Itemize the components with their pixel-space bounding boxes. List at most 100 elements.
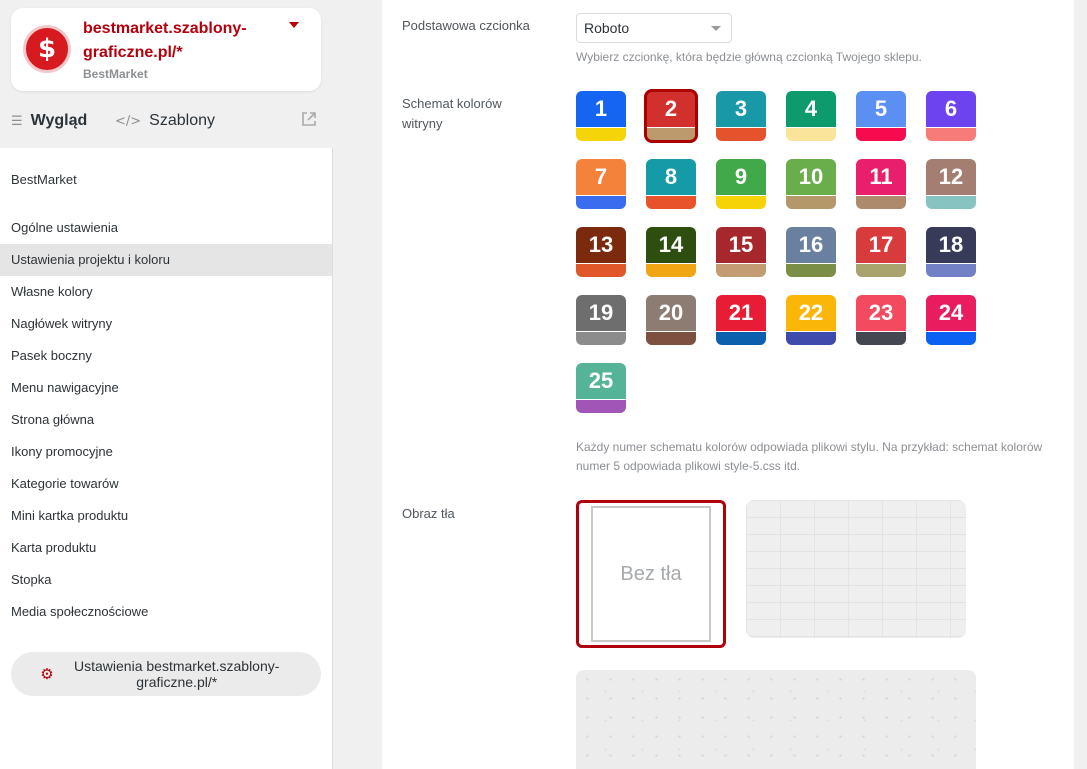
external-link-icon[interactable] bbox=[301, 111, 317, 127]
swatch-accent bbox=[786, 331, 836, 345]
nav-item[interactable]: Ogólne ustawienia bbox=[0, 212, 332, 244]
swatch-accent bbox=[786, 195, 836, 209]
nav-item[interactable]: Pasek boczny bbox=[0, 340, 332, 372]
color-scheme-swatch[interactable]: 11 bbox=[856, 159, 906, 209]
swatch-number: 2 bbox=[646, 91, 696, 127]
nav-item[interactable]: Nagłówek witryny bbox=[0, 308, 332, 340]
color-scheme-swatch[interactable]: 2 bbox=[644, 89, 698, 143]
nav-item[interactable]: Strona główna bbox=[0, 404, 332, 436]
swatch-accent bbox=[646, 195, 696, 209]
swatch-accent bbox=[576, 331, 626, 345]
font-select-value: Roboto bbox=[584, 20, 630, 36]
color-scheme-swatch[interactable]: 1 bbox=[576, 91, 626, 141]
store-name: bestmarket.szablony-graficzne.pl/* bbox=[83, 20, 247, 61]
list-icon: ☰ bbox=[11, 113, 23, 129]
color-scheme-swatch[interactable]: 22 bbox=[786, 295, 836, 345]
nav-item[interactable]: Media społecznościowe bbox=[0, 596, 332, 628]
color-scheme-swatch[interactable]: 7 bbox=[576, 159, 626, 209]
code-icon: </> bbox=[115, 113, 142, 129]
swatch-accent bbox=[926, 195, 976, 209]
tab-label: Szablony bbox=[149, 112, 215, 129]
swatch-accent bbox=[576, 263, 626, 277]
color-scheme-swatch[interactable]: 13 bbox=[576, 227, 626, 277]
color-scheme-swatch[interactable]: 4 bbox=[786, 91, 836, 141]
scheme-hint: Każdy numer schematu kolorów odpowiada p… bbox=[576, 440, 1043, 473]
color-scheme-swatch[interactable]: 17 bbox=[856, 227, 906, 277]
color-scheme-swatch[interactable]: 8 bbox=[646, 159, 696, 209]
color-scheme-swatch[interactable]: 5 bbox=[856, 91, 906, 141]
nav-item[interactable]: Ikony promocyjne bbox=[0, 436, 332, 468]
nav-item[interactable]: Menu nawigacyjne bbox=[0, 372, 332, 404]
nav-item[interactable]: Stopka bbox=[0, 564, 332, 596]
color-scheme-swatch[interactable]: 25 bbox=[576, 363, 626, 413]
swatch-number: 19 bbox=[576, 295, 626, 331]
dollar-icon: $ bbox=[37, 34, 57, 64]
swatch-number: 5 bbox=[856, 91, 906, 127]
swatch-number: 6 bbox=[926, 91, 976, 127]
swatch-number: 18 bbox=[926, 227, 976, 263]
swatch-number: 17 bbox=[856, 227, 906, 263]
swatch-number: 11 bbox=[856, 159, 906, 195]
nav-item[interactable]: Mini kartka produktu bbox=[0, 500, 332, 532]
store-settings-label: Ustawienia bestmarket.szablony-graficzne… bbox=[74, 658, 280, 690]
nav-item-active[interactable]: Ustawienia projektu i koloru bbox=[0, 244, 332, 276]
color-scheme-swatch[interactable]: 16 bbox=[786, 227, 836, 277]
background-label: Obraz tła bbox=[402, 506, 455, 521]
swatch-number: 14 bbox=[646, 227, 696, 263]
font-hint: Wybierz czcionkę, która będzie główną cz… bbox=[576, 50, 922, 64]
color-scheme-swatch[interactable]: 19 bbox=[576, 295, 626, 345]
color-scheme-swatch[interactable]: 24 bbox=[926, 295, 976, 345]
swatch-accent bbox=[576, 127, 626, 141]
caret-down-icon[interactable] bbox=[289, 22, 299, 28]
font-select[interactable]: Roboto bbox=[576, 13, 732, 43]
swatch-accent bbox=[646, 331, 696, 345]
sidebar-brand: BestMarket bbox=[11, 172, 77, 187]
nav-item[interactable]: Kategorie towarów bbox=[0, 468, 332, 500]
settings-nav: Ogólne ustawienia Ustawienia projektu i … bbox=[0, 212, 332, 628]
tab-templates[interactable]: </> Szablony bbox=[115, 106, 215, 136]
color-scheme-swatch[interactable]: 14 bbox=[646, 227, 696, 277]
swatch-number: 8 bbox=[646, 159, 696, 195]
store-settings-button[interactable]: ⚙ Ustawienia bestmarket.szablony-graficz… bbox=[11, 652, 321, 696]
store-switcher[interactable]: $ bestmarket.szablony-graficzne.pl/* Bes… bbox=[11, 8, 321, 91]
swatch-accent bbox=[716, 127, 766, 141]
swatch-number: 13 bbox=[576, 227, 626, 263]
swatch-accent bbox=[786, 263, 836, 277]
color-scheme-swatch[interactable]: 6 bbox=[926, 91, 976, 141]
swatch-accent bbox=[926, 263, 976, 277]
color-scheme-swatch[interactable]: 18 bbox=[926, 227, 976, 277]
color-scheme-swatch[interactable]: 3 bbox=[716, 91, 766, 141]
tab-appearance[interactable]: ☰ Wygląd bbox=[11, 106, 87, 136]
chevron-down-icon bbox=[711, 26, 721, 31]
nav-item[interactable]: Własne kolory bbox=[0, 276, 332, 308]
swatch-accent bbox=[926, 127, 976, 141]
swatch-number: 20 bbox=[646, 295, 696, 331]
color-scheme-swatch[interactable]: 15 bbox=[716, 227, 766, 277]
swatch-accent bbox=[926, 331, 976, 345]
swatch-accent bbox=[646, 263, 696, 277]
color-scheme-swatch[interactable]: 9 bbox=[716, 159, 766, 209]
store-logo: $ bbox=[23, 25, 71, 73]
color-scheme-swatch[interactable]: 23 bbox=[856, 295, 906, 345]
color-scheme-swatch[interactable]: 20 bbox=[646, 295, 696, 345]
swatch-accent bbox=[786, 127, 836, 141]
swatch-number: 7 bbox=[576, 159, 626, 195]
swatch-accent bbox=[576, 195, 626, 209]
store-subtitle: BestMarket bbox=[83, 67, 148, 81]
swatch-accent bbox=[716, 331, 766, 345]
tab-label: Wygląd bbox=[30, 112, 88, 129]
swatch-number: 21 bbox=[716, 295, 766, 331]
color-scheme-swatch[interactable]: 12 bbox=[926, 159, 976, 209]
color-scheme-swatch[interactable]: 21 bbox=[716, 295, 766, 345]
swatch-number: 4 bbox=[786, 91, 836, 127]
color-scheme-swatch[interactable]: 10 bbox=[786, 159, 836, 209]
sidebar: $ bestmarket.szablony-graficzne.pl/* Bes… bbox=[0, 0, 333, 769]
background-option-speckled[interactable] bbox=[576, 670, 976, 769]
nav-item[interactable]: Karta produktu bbox=[0, 532, 332, 564]
swatch-number: 25 bbox=[576, 363, 626, 399]
swatch-number: 9 bbox=[716, 159, 766, 195]
background-option-brick[interactable] bbox=[746, 500, 966, 638]
swatch-number: 12 bbox=[926, 159, 976, 195]
swatch-number: 10 bbox=[786, 159, 836, 195]
background-option-none[interactable]: Bez tła bbox=[576, 500, 726, 648]
